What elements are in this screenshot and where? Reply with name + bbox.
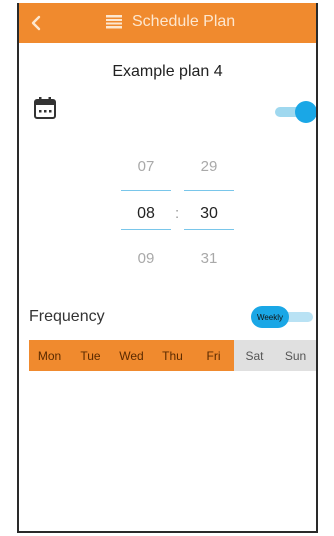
day-wed[interactable]: Wed bbox=[111, 340, 152, 371]
title-bar: Schedule Plan bbox=[19, 3, 316, 43]
chevron-left-icon bbox=[31, 15, 41, 31]
day-tue[interactable]: Tue bbox=[70, 340, 111, 371]
time-separator: : bbox=[175, 205, 180, 222]
minute-prev[interactable]: 29 bbox=[184, 158, 234, 175]
app-screen: Schedule Plan Example plan 4 07 08 09 : … bbox=[17, 3, 318, 533]
day-sun[interactable]: Sun bbox=[275, 340, 316, 371]
minute-selected[interactable]: 30 bbox=[184, 205, 234, 223]
hour-divider-top bbox=[121, 190, 171, 191]
hour-next[interactable]: 09 bbox=[121, 250, 171, 267]
frequency-toggle[interactable]: Weekly bbox=[251, 306, 316, 328]
list-icon[interactable] bbox=[106, 15, 122, 29]
hour-prev[interactable]: 07 bbox=[121, 158, 171, 175]
back-button[interactable] bbox=[23, 9, 49, 37]
minute-divider-bottom bbox=[184, 229, 234, 230]
calendar-icon[interactable] bbox=[33, 96, 57, 120]
hour-selected[interactable]: 08 bbox=[121, 205, 171, 223]
day-selector: Mon Tue Wed Thu Fri Sat Sun bbox=[29, 340, 316, 371]
minute-divider-top bbox=[184, 190, 234, 191]
schedule-enable-toggle[interactable] bbox=[275, 101, 316, 123]
frequency-label: Frequency bbox=[29, 308, 105, 325]
minute-next[interactable]: 31 bbox=[184, 250, 234, 267]
toggle-knob bbox=[295, 101, 316, 123]
day-mon[interactable]: Mon bbox=[29, 340, 70, 371]
day-fri[interactable]: Fri bbox=[193, 340, 234, 371]
page-title: Schedule Plan bbox=[132, 13, 236, 30]
day-thu[interactable]: Thu bbox=[152, 340, 193, 371]
hour-divider-bottom bbox=[121, 229, 171, 230]
day-sat[interactable]: Sat bbox=[234, 340, 275, 371]
plan-name: Example plan 4 bbox=[112, 63, 223, 80]
frequency-mode-label: Weekly bbox=[251, 306, 289, 328]
